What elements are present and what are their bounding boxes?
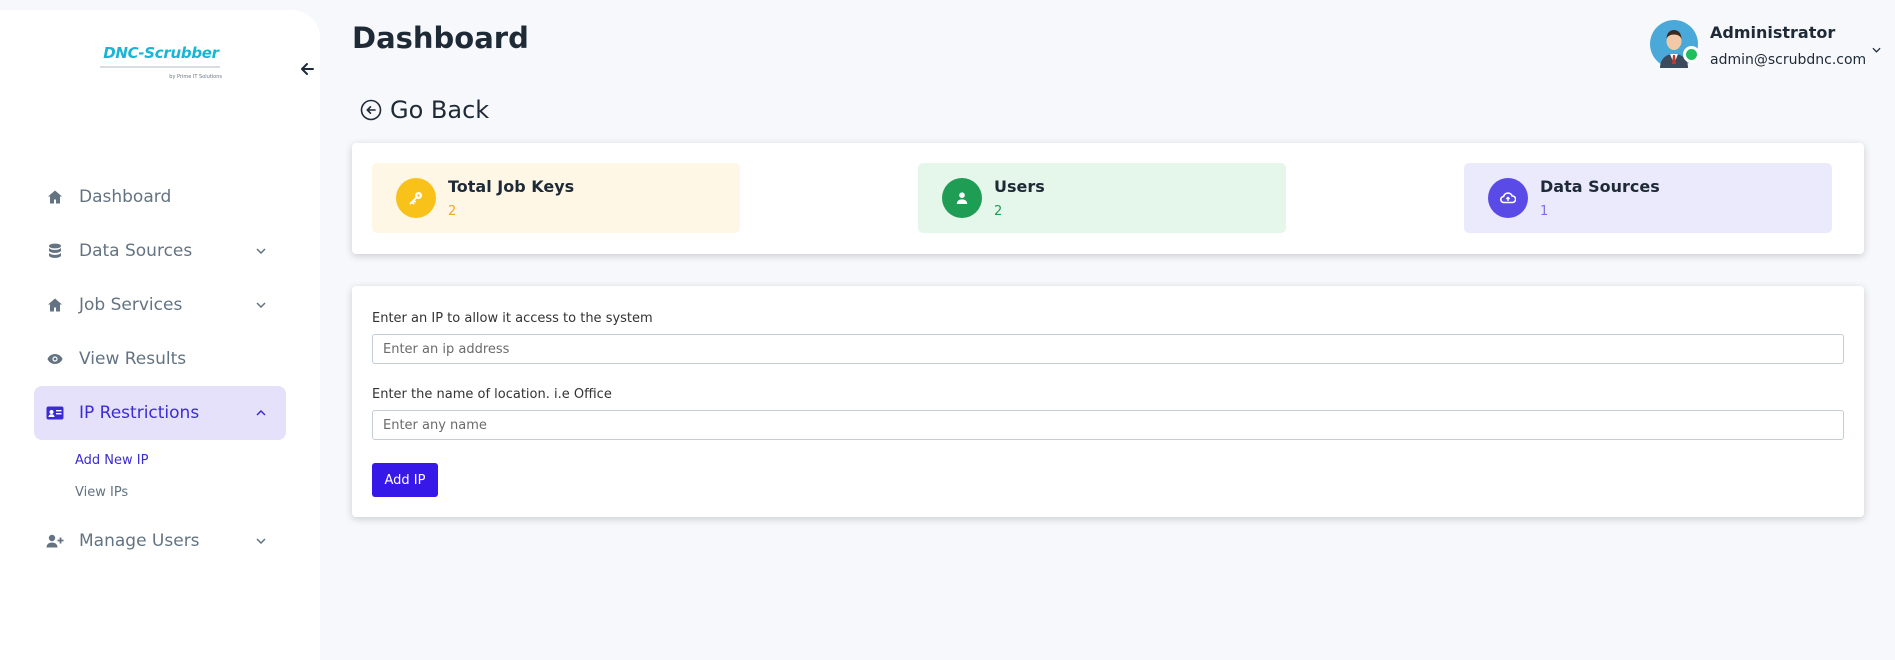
avatar xyxy=(1650,20,1700,68)
collapse-sidebar-button[interactable] xyxy=(296,58,318,80)
stat-title: Total Job Keys xyxy=(448,177,575,196)
add-ip-button[interactable]: Add IP xyxy=(372,463,438,497)
chevron-up-icon xyxy=(256,408,266,418)
online-status-indicator xyxy=(1683,46,1700,63)
logo-subtitle: by Prime IT Solutions xyxy=(169,74,222,80)
go-back-link[interactable]: Go Back xyxy=(360,96,489,124)
location-field-label: Enter the name of location. i.e Office xyxy=(372,387,612,402)
user-email: admin@scrubdnc.com xyxy=(1710,52,1867,68)
arrow-left-icon xyxy=(301,63,314,75)
sidebar-item-label: Manage Users xyxy=(79,531,200,551)
add-ip-form: Enter an IP to allow it access to the sy… xyxy=(352,286,1864,517)
user-icon xyxy=(942,178,982,218)
sidebar-item-label: Dashboard xyxy=(79,187,172,207)
database-icon xyxy=(46,242,64,260)
sidebar: DNC-Scrubber by Prime IT Solutions Dashb… xyxy=(0,10,320,660)
eye-icon xyxy=(46,350,64,368)
key-icon xyxy=(396,178,436,218)
stats-card: Total Job Keys 2 Users 2 Data Sources 1 xyxy=(352,143,1864,254)
home-icon xyxy=(46,188,64,206)
go-back-label: Go Back xyxy=(390,96,490,124)
location-name-input[interactable] xyxy=(372,410,1844,440)
ip-restrictions-submenu: Add New IP View IPs xyxy=(34,444,286,508)
submenu-item-view-ips[interactable]: View IPs xyxy=(75,476,286,508)
sidebar-item-job-services[interactable]: Job Services xyxy=(34,278,286,332)
stat-value: 1 xyxy=(1540,204,1549,219)
chevron-down-icon xyxy=(256,536,266,546)
ip-field-label: Enter an IP to allow it access to the sy… xyxy=(372,311,653,326)
home-icon xyxy=(46,296,64,314)
sidebar-item-label: View Results xyxy=(79,349,187,369)
stat-value: 2 xyxy=(994,204,1003,219)
sidebar-item-manage-users[interactable]: Manage Users xyxy=(34,514,286,568)
user-info: Administrator admin@scrubdnc.com xyxy=(1710,20,1866,68)
arrow-circle-left-icon xyxy=(360,99,382,121)
stat-value: 2 xyxy=(448,204,457,219)
user-menu[interactable]: Administrator admin@scrubdnc.com xyxy=(1650,20,1881,68)
stat-title: Data Sources xyxy=(1540,177,1660,196)
submenu-item-add-new-ip[interactable]: Add New IP xyxy=(75,444,286,476)
chevron-down-icon xyxy=(256,300,266,310)
stat-total-job-keys: Total Job Keys 2 xyxy=(372,163,740,233)
sidebar-item-dashboard[interactable]: Dashboard xyxy=(34,170,286,224)
stat-title: Users xyxy=(994,177,1045,196)
logo-divider xyxy=(100,66,220,68)
sidebar-item-ip-restrictions[interactable]: IP Restrictions xyxy=(34,386,286,440)
user-plus-icon xyxy=(46,532,64,550)
sidebar-nav: Dashboard Data Sources Job Services View… xyxy=(34,170,286,568)
chevron-down-icon xyxy=(256,246,266,256)
logo-title: DNC-Scrubber xyxy=(103,44,219,62)
stat-users: Users 2 xyxy=(918,163,1286,233)
ip-address-input[interactable] xyxy=(372,334,1844,364)
user-name: Administrator xyxy=(1710,23,1836,42)
stat-data-sources: Data Sources 1 xyxy=(1464,163,1832,233)
page-title: Dashboard xyxy=(352,21,529,55)
cloud-upload-icon xyxy=(1488,178,1528,218)
chevron-down-icon[interactable] xyxy=(1872,38,1881,57)
sidebar-item-label: Data Sources xyxy=(79,241,193,261)
sidebar-item-view-results[interactable]: View Results xyxy=(34,332,286,386)
sidebar-item-data-sources[interactable]: Data Sources xyxy=(34,224,286,278)
sidebar-item-label: IP Restrictions xyxy=(79,403,200,423)
logo: DNC-Scrubber by Prime IT Solutions xyxy=(100,44,222,80)
sidebar-item-label: Job Services xyxy=(79,295,183,315)
id-card-icon xyxy=(46,404,64,422)
